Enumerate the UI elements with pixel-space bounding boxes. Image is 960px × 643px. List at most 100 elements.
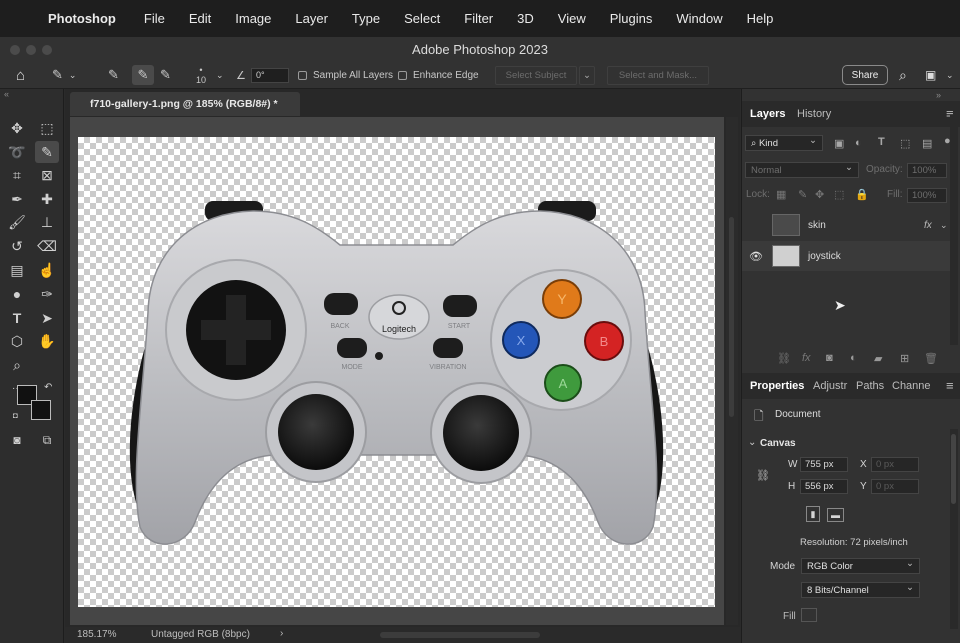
menu-plugins[interactable]: Plugins <box>610 11 653 26</box>
y-input[interactable]: 0 px <box>871 479 919 494</box>
tab-history[interactable]: History <box>797 101 831 127</box>
collapse-tools-icon[interactable]: « <box>4 89 9 99</box>
zoom-level[interactable]: 185.17% <box>77 629 116 640</box>
lock-all-icon[interactable]: 🔒 <box>855 188 869 201</box>
tab-properties[interactable]: Properties <box>750 373 804 399</box>
width-input[interactable]: 755 px <box>800 457 848 472</box>
tab-paths[interactable]: Paths <box>856 373 884 399</box>
frame-tool-icon[interactable]: ⊠ <box>35 164 59 186</box>
layers-scrollbar[interactable] <box>950 115 958 345</box>
select-and-mask-button[interactable]: Select and Mask... <box>607 65 709 85</box>
filter-pixel-icon[interactable]: ▣ <box>834 137 844 150</box>
portrait-orientation-icon[interactable]: ▮ <box>806 506 820 522</box>
visibility-eye-icon[interactable]: 👁 <box>749 250 763 263</box>
document-canvas[interactable]: Y X B A BACK START MODE VIBRATION Logite… <box>78 137 715 607</box>
menu-3d[interactable]: 3D <box>517 11 534 26</box>
delete-layer-icon[interactable]: 🗑 <box>924 352 938 365</box>
tab-layers[interactable]: Layers <box>750 101 785 127</box>
new-group-icon[interactable]: ▰ <box>874 352 882 365</box>
collapse-panels-icon[interactable]: » <box>936 90 941 100</box>
layer-row[interactable]: skin fx ⌄ <box>742 210 952 240</box>
filter-smart-object-icon[interactable]: ▤ <box>922 137 932 150</box>
select-subject-dropdown-icon[interactable]: ⌄ <box>579 65 595 85</box>
sample-all-layers-checkbox[interactable]: Sample All Layers <box>298 61 393 89</box>
lock-image-icon[interactable]: ✎ <box>798 188 807 201</box>
menu-image[interactable]: Image <box>235 11 271 26</box>
marquee-tool-icon[interactable]: ⬚ <box>35 117 59 139</box>
angle-input[interactable]: 0° <box>251 67 289 83</box>
quick-mask-icon[interactable]: ◙ <box>5 429 29 451</box>
select-subject-button[interactable]: Select Subject <box>495 65 577 85</box>
menu-window[interactable]: Window <box>676 11 722 26</box>
zoom-tool-icon[interactable]: ⌕ <box>5 354 29 376</box>
add-to-selection-icon[interactable]: ✎ <box>132 65 154 85</box>
link-layers-icon[interactable]: ⛓ <box>777 352 791 365</box>
search-icon[interactable]: ⌕ <box>899 61 907 89</box>
brush-size-picker[interactable]: • 10 <box>196 61 206 89</box>
landscape-orientation-icon[interactable]: ▬ <box>827 508 844 522</box>
lock-artboard-icon[interactable]: ⬚ <box>834 188 844 201</box>
move-tool-icon[interactable]: ✥ <box>5 117 29 139</box>
workspace-dropdown-icon[interactable]: ⌄ <box>946 61 954 89</box>
lock-position-icon[interactable]: ✥ <box>815 188 824 201</box>
menu-app-name[interactable]: Photoshop <box>48 11 116 26</box>
quick-selection-tool-icon[interactable]: ✎ <box>35 141 59 163</box>
canvas-collapse-icon[interactable]: ⌄ <box>748 437 756 448</box>
eyedropper-tool-icon[interactable]: ✒ <box>5 188 29 210</box>
home-icon[interactable]: ⌂ <box>16 61 25 89</box>
status-menu-arrow[interactable]: › <box>280 628 283 639</box>
new-fill-layer-icon[interactable]: ◐ <box>850 352 857 364</box>
zoom-window-button[interactable] <box>42 45 52 55</box>
menu-filter[interactable]: Filter <box>464 11 493 26</box>
smudge-tool-icon[interactable]: ☝ <box>35 259 59 281</box>
clone-stamp-tool-icon[interactable]: ⊥ <box>35 211 59 233</box>
shape-tool-icon[interactable]: ⬡ <box>5 330 29 352</box>
menu-file[interactable]: File <box>144 11 165 26</box>
filter-shape-icon[interactable]: ⬚ <box>900 137 910 150</box>
close-window-button[interactable] <box>10 45 20 55</box>
type-tool-icon[interactable]: T <box>5 307 29 329</box>
height-input[interactable]: 556 px <box>800 479 848 494</box>
menu-type[interactable]: Type <box>352 11 380 26</box>
tool-preset-icon[interactable]: ✎ ⌄ <box>52 61 76 89</box>
link-dimensions-icon[interactable]: ⛓ <box>756 469 770 482</box>
layer-row[interactable]: 👁 joystick <box>742 241 952 271</box>
share-button[interactable]: Share <box>842 65 888 85</box>
blend-mode-select[interactable]: Normal <box>745 162 859 178</box>
brush-dropdown-icon[interactable]: ⌄ <box>216 61 224 89</box>
history-brush-tool-icon[interactable]: ↺ <box>5 235 29 257</box>
menu-layer[interactable]: Layer <box>295 11 328 26</box>
dodge-tool-icon[interactable]: ● <box>5 283 29 305</box>
pen-tool-icon[interactable]: ✑ <box>35 283 59 305</box>
path-selection-tool-icon[interactable]: ➤ <box>35 307 59 329</box>
menu-help[interactable]: Help <box>747 11 774 26</box>
eraser-tool-icon[interactable]: ⌫ <box>35 235 59 257</box>
expand-effects-icon[interactable]: ⌄ <box>940 220 948 231</box>
default-colors-icon[interactable]: ◘ <box>13 411 18 420</box>
color-mode-select[interactable]: RGB Color <box>801 558 920 574</box>
brush-tool-icon[interactable]: 🖌 <box>5 211 29 233</box>
fill-color-swatch[interactable] <box>801 608 817 622</box>
fill-input[interactable]: 100% <box>907 188 947 203</box>
minimize-window-button[interactable] <box>26 45 36 55</box>
add-mask-icon[interactable]: ◙ <box>826 352 833 364</box>
filter-type-icon[interactable]: T <box>878 136 885 148</box>
vertical-scrollbar[interactable] <box>726 117 738 625</box>
subtract-selection-icon[interactable]: ✎ <box>160 61 171 89</box>
crop-tool-icon[interactable]: ⌗ <box>5 164 29 186</box>
healing-brush-tool-icon[interactable]: ✚ <box>35 188 59 210</box>
enhance-edge-checkbox[interactable]: Enhance Edge <box>398 61 479 89</box>
horizontal-scrollbar[interactable] <box>380 632 540 638</box>
gradient-tool-icon[interactable]: ▤ <box>5 259 29 281</box>
x-input[interactable]: 0 px <box>871 457 919 472</box>
lasso-tool-icon[interactable]: ➰ <box>5 141 29 163</box>
filter-adjustment-icon[interactable]: ◐ <box>855 137 862 149</box>
tab-channels[interactable]: Channe <box>892 373 931 399</box>
lock-transparent-icon[interactable]: ▦ <box>776 188 786 201</box>
add-style-icon[interactable]: fx <box>802 352 811 364</box>
properties-scrollbar[interactable] <box>950 429 958 629</box>
hand-tool-icon[interactable]: ✋ <box>35 330 59 352</box>
layer-filter-select[interactable]: ⌕ Kind <box>745 135 823 151</box>
menu-edit[interactable]: Edit <box>189 11 211 26</box>
document-tab[interactable]: f710-gallery-1.png @ 185% (RGB/8#) * <box>70 92 300 116</box>
